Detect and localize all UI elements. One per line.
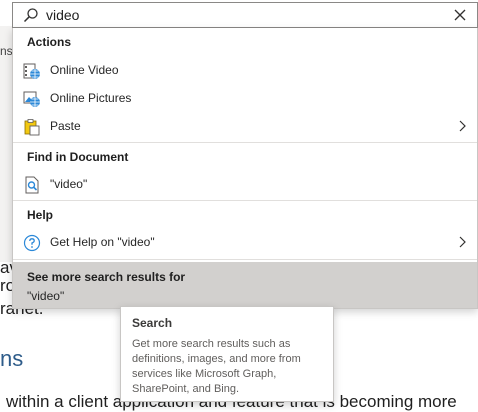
help-icon [23, 234, 41, 252]
more-results-query: "video" [27, 289, 65, 303]
online-video-icon [23, 63, 40, 79]
section-title-actions: Actions [27, 35, 72, 49]
document-heading: ns [0, 346, 24, 371]
section-title-help: Help [27, 208, 54, 222]
chevron-right-icon [459, 120, 466, 132]
chevron-right-icon [459, 236, 466, 248]
section-title-find: Find in Document [27, 150, 129, 164]
search-box[interactable] [12, 2, 478, 28]
action-paste[interactable]: Paste [13, 113, 477, 139]
action-label: Paste [50, 119, 81, 133]
get-help-item[interactable]: Get Help on "video" [13, 229, 477, 255]
search-results-dropdown: Actions Online Video Online Pictures Pas… [12, 28, 478, 309]
find-in-document-result[interactable]: "video" [13, 171, 477, 197]
search-tooltip: Search Get more search results such as d… [120, 306, 334, 402]
divider [13, 259, 477, 260]
search-icon [23, 8, 38, 23]
tooltip-body: Get more search results such as definiti… [132, 338, 301, 395]
tooltip-title: Search [132, 316, 173, 330]
action-online-video[interactable]: Online Video [13, 57, 477, 83]
action-label: Online Video [50, 63, 119, 77]
find-result-label: "video" [50, 177, 88, 191]
find-document-icon [25, 176, 39, 194]
help-label: Get Help on "video" [50, 235, 155, 249]
ribbon-fragment: ns [0, 44, 13, 58]
paste-icon [24, 119, 40, 136]
see-more-results-button[interactable]: See more search results for "video" [13, 262, 477, 308]
divider [13, 142, 477, 143]
action-label: Online Pictures [50, 91, 132, 105]
more-results-title: See more search results for [27, 270, 186, 284]
close-icon[interactable] [453, 8, 467, 22]
search-input[interactable] [46, 5, 426, 25]
divider [13, 200, 477, 201]
action-online-pictures[interactable]: Online Pictures [13, 85, 477, 111]
online-pictures-icon [23, 91, 40, 107]
